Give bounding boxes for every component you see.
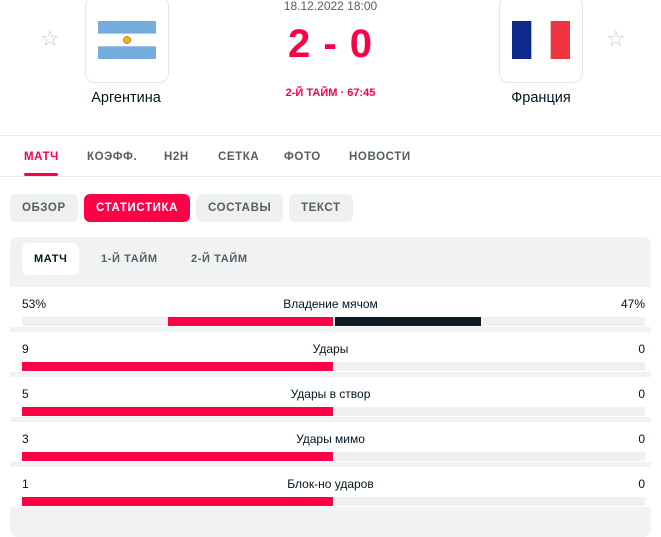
nav-tab-news[interactable]: НОВОСТИ: [349, 151, 411, 163]
stat-row: 5 Удары в створ 0: [0, 377, 661, 417]
stat-row: 3 Удары мимо 0: [0, 422, 661, 462]
favorite-away-star-icon[interactable]: ☆: [606, 28, 626, 50]
stat-row: 53% Владение мячом 47%: [0, 287, 661, 327]
stat-away-track: [335, 497, 645, 506]
match-header: ☆ Аргентина 18.12.2022 18:00 2 - 0 2-Й Т…: [0, 0, 661, 136]
stat-home-bar: [22, 452, 333, 461]
score-away: 0: [349, 22, 374, 66]
stat-name: Владение мячом: [283, 297, 378, 311]
subtab-commentary[interactable]: ТЕКСТ: [289, 194, 353, 222]
nav-tab-odds[interactable]: КОЭФФ.: [87, 151, 137, 163]
stat-away-track: [335, 317, 645, 326]
period-tab-second-half[interactable]: 2-Й ТАЙМ: [191, 243, 248, 275]
score-home: 2: [287, 22, 312, 66]
stat-home-track: [22, 497, 333, 506]
stat-home-track: [22, 362, 333, 371]
nav-tab-h2h[interactable]: H2H: [164, 151, 189, 163]
nav-tab-photo[interactable]: ФОТО: [284, 151, 321, 163]
stat-name: Удары: [312, 342, 349, 356]
stat-home-track: [22, 317, 333, 326]
stat-away-track: [335, 407, 645, 416]
stat-away-bar: [335, 317, 481, 326]
subtab-lineups[interactable]: СОСТАВЫ: [196, 194, 284, 222]
stat-away-value: 0: [638, 432, 645, 446]
stat-row: 9 Удары 0: [0, 332, 661, 372]
stat-home-track: [22, 452, 333, 461]
nav-tab-bracket[interactable]: СЕТКА: [218, 151, 259, 163]
subtab-statistics[interactable]: СТАТИСТИКА: [84, 194, 190, 222]
period-tab-first-half[interactable]: 1-Й ТАЙМ: [101, 243, 158, 275]
stat-name: Удары мимо: [296, 432, 365, 446]
stat-away-value: 0: [638, 477, 645, 491]
stat-away-value: 0: [638, 342, 645, 356]
nav-tab-match[interactable]: МАТЧ: [24, 151, 59, 163]
stat-away-value: 0: [638, 387, 645, 401]
stat-away-track: [335, 452, 645, 461]
sub-tabs: ОБЗОР СТАТИСТИКА СОСТАВЫ ТЕКСТ: [0, 194, 661, 222]
stat-row: 1 Блок-но ударов 0: [0, 467, 661, 507]
stat-away-value: 47%: [620, 297, 645, 311]
stat-home-bar: [22, 362, 333, 371]
stat-name: Удары в створ: [290, 387, 371, 401]
away-team-logo[interactable]: [499, 0, 583, 83]
stat-home-bar: [168, 317, 333, 326]
stat-home-track: [22, 407, 333, 416]
stat-home-bar: [22, 407, 333, 416]
stat-home-bar: [22, 497, 333, 506]
away-team-name[interactable]: Франция: [471, 90, 611, 106]
stat-away-track: [335, 362, 645, 371]
score-separator: -: [323, 22, 338, 66]
period-tab-match[interactable]: МАТЧ: [22, 243, 80, 275]
stat-name: Блок-но ударов: [287, 477, 374, 491]
nav-active-indicator: [24, 173, 58, 176]
subtab-overview[interactable]: ОБЗОР: [10, 194, 78, 222]
france-flag-icon: [512, 20, 570, 59]
match-nav: МАТЧ КОЭФФ. H2H СЕТКА ФОТО НОВОСТИ: [0, 136, 661, 177]
